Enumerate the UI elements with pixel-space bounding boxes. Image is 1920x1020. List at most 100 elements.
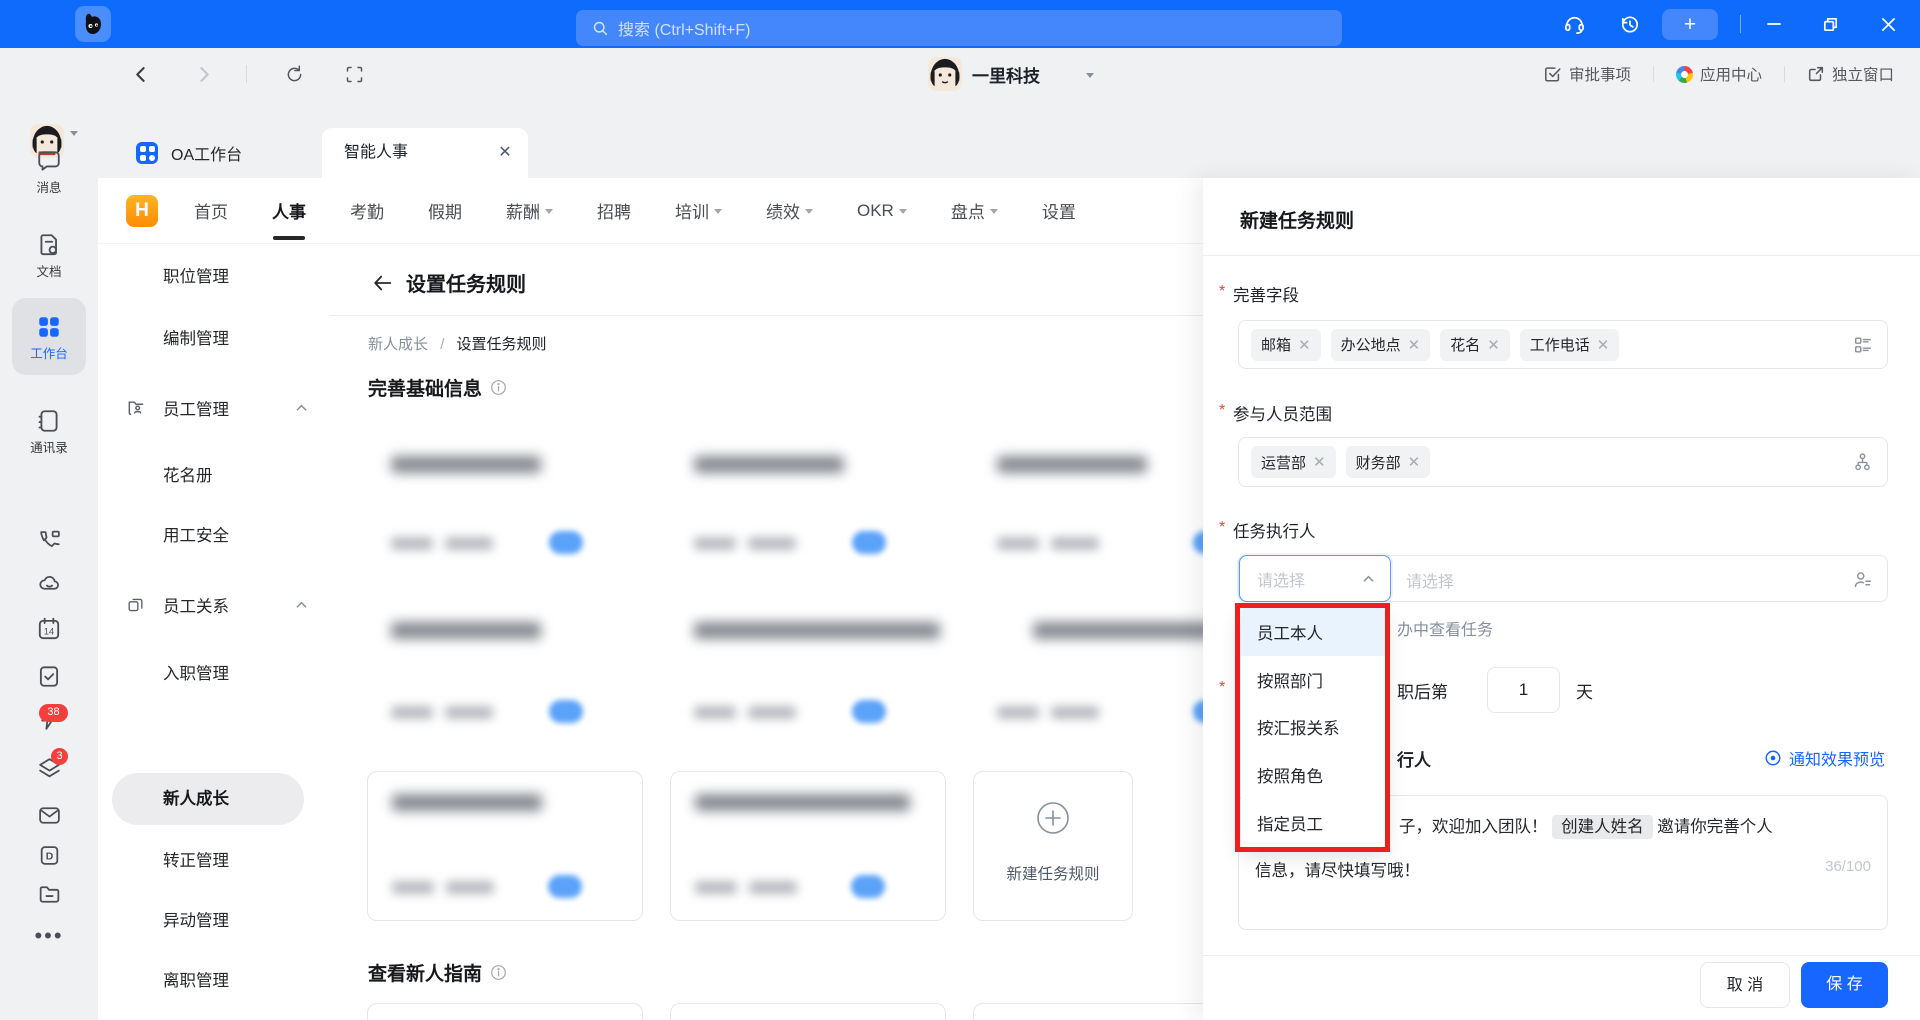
nav-payroll[interactable]: 薪酬 bbox=[506, 198, 553, 223]
day-number-input[interactable]: 1 bbox=[1487, 667, 1560, 713]
task-rule-card[interactable] bbox=[367, 600, 643, 745]
sidebar-item-transfer-mgmt[interactable]: 异动管理 bbox=[98, 899, 330, 939]
task-rule-card[interactable] bbox=[670, 771, 946, 921]
tag-remove-icon[interactable]: ✕ bbox=[1408, 336, 1421, 354]
forward-button[interactable] bbox=[194, 48, 213, 100]
rail-item-drive[interactable] bbox=[0, 882, 98, 907]
sidebar-group-employee-relations[interactable]: 员工关系 bbox=[98, 585, 330, 625]
tag-remove-icon[interactable]: ✕ bbox=[1313, 453, 1326, 471]
scope-tag-input[interactable]: 运营部 ✕ 财务部 ✕ bbox=[1238, 437, 1888, 487]
toggle[interactable] bbox=[549, 700, 583, 723]
rail-item-calls[interactable] bbox=[0, 528, 98, 553]
executor-value-placeholder[interactable]: 请选择 bbox=[1406, 568, 1454, 592]
nav-hr[interactable]: 人事 bbox=[272, 198, 306, 223]
rail-item-ding-doc[interactable]: D bbox=[0, 843, 98, 868]
rail-item-mail[interactable] bbox=[0, 803, 98, 828]
info-icon[interactable] bbox=[490, 964, 507, 981]
rail-item-contacts[interactable]: 通讯录 bbox=[0, 408, 98, 456]
nav-settings[interactable]: 设置 bbox=[1042, 198, 1076, 223]
task-rule-card[interactable] bbox=[367, 434, 643, 576]
rail-item-messages[interactable]: 消息 bbox=[0, 148, 98, 196]
app-center-link[interactable]: 应用中心 bbox=[1675, 63, 1762, 85]
save-button[interactable]: 保 存 bbox=[1801, 962, 1888, 1008]
rail-item-cloud[interactable] bbox=[0, 571, 98, 596]
sidebar-group-employee-mgmt[interactable]: 员工管理 bbox=[98, 388, 330, 428]
global-search-input[interactable]: 搜索 (Ctrl+Shift+F) bbox=[576, 10, 1342, 46]
sidebar-item-headcount-mgmt[interactable]: 编制管理 bbox=[98, 317, 330, 357]
approvals-link[interactable]: 审批事项 bbox=[1544, 63, 1631, 85]
task-rule-card[interactable] bbox=[670, 600, 946, 745]
rail-item-todo[interactable] bbox=[0, 663, 98, 689]
fullscreen-button[interactable] bbox=[344, 48, 365, 100]
chevron-up-icon bbox=[296, 404, 307, 411]
tag-remove-icon[interactable]: ✕ bbox=[1408, 453, 1421, 471]
info-icon[interactable] bbox=[490, 379, 507, 396]
sidebar-item-onboarding[interactable]: 入职管理 bbox=[98, 652, 330, 692]
breadcrumb-parent[interactable]: 新人成长 bbox=[368, 336, 428, 353]
dropdown-option-by-department[interactable]: 按照部门 bbox=[1241, 656, 1385, 704]
guide-card[interactable] bbox=[670, 1003, 946, 1020]
back-button[interactable] bbox=[372, 272, 394, 294]
org-name[interactable]: 一里科技 bbox=[972, 48, 1040, 100]
sidebar-item-regularization[interactable]: 转正管理 bbox=[98, 839, 330, 879]
support-button[interactable] bbox=[1558, 0, 1590, 48]
minimize-button[interactable] bbox=[1760, 0, 1788, 48]
executor-type-select[interactable]: 请选择 bbox=[1239, 555, 1391, 602]
sidebar-item-offboarding[interactable]: 离职管理 bbox=[98, 959, 330, 999]
back-button[interactable] bbox=[132, 48, 151, 100]
tab-smart-hr[interactable]: 智能人事 ✕ bbox=[322, 128, 528, 178]
new-window-button[interactable]: + bbox=[1662, 9, 1718, 40]
task-rule-card[interactable] bbox=[670, 434, 946, 576]
tag-remove-icon[interactable]: ✕ bbox=[1298, 336, 1311, 354]
sidebar-item-newcomer-growth-active[interactable]: 新人成长 bbox=[112, 773, 304, 825]
org-avatar[interactable] bbox=[928, 48, 962, 100]
workbench-grid-icon bbox=[39, 317, 59, 337]
nav-home[interactable]: 首页 bbox=[194, 198, 228, 223]
standalone-window-link[interactable]: 独立窗口 bbox=[1807, 63, 1894, 85]
sidebar-item-position-mgmt[interactable]: 职位管理 bbox=[98, 255, 330, 295]
sidebar-item-roster[interactable]: 花名册 bbox=[98, 454, 330, 494]
guide-card[interactable] bbox=[367, 1003, 643, 1020]
tab-oa-workbench[interactable]: OA工作台 bbox=[136, 128, 242, 178]
rail-item-calendar[interactable]: 14 bbox=[0, 616, 98, 642]
history-button[interactable] bbox=[1613, 0, 1645, 48]
task-rule-card[interactable] bbox=[367, 771, 643, 921]
cancel-button[interactable]: 取 消 bbox=[1700, 962, 1790, 1008]
rail-item-more[interactable]: ••• bbox=[0, 923, 98, 949]
notify-preview-link[interactable]: 通知效果预览 bbox=[1764, 746, 1885, 770]
refresh-button[interactable] bbox=[284, 48, 305, 100]
toggle[interactable] bbox=[852, 700, 886, 723]
nav-leave[interactable]: 假期 bbox=[428, 198, 462, 223]
toggle[interactable] bbox=[549, 531, 583, 554]
nav-training[interactable]: 培训 bbox=[675, 198, 722, 223]
nav-okr[interactable]: OKR bbox=[857, 201, 907, 221]
toggle[interactable] bbox=[851, 875, 885, 898]
rail-item-docs[interactable]: 文档 bbox=[0, 232, 98, 280]
tab-close-icon[interactable]: ✕ bbox=[494, 142, 516, 164]
org-chart-icon[interactable] bbox=[1852, 452, 1873, 473]
tag-remove-icon[interactable]: ✕ bbox=[1597, 336, 1610, 354]
toggle[interactable] bbox=[548, 875, 582, 898]
dropdown-option-by-reporting-line[interactable]: 按汇报关系 bbox=[1241, 704, 1385, 752]
rail-item-apps[interactable] bbox=[0, 756, 98, 781]
org-switcher-caret[interactable] bbox=[1086, 48, 1094, 100]
new-task-rule-card[interactable]: 新建任务规则 bbox=[973, 771, 1133, 921]
dropdown-option-employee-self[interactable]: 员工本人 bbox=[1241, 608, 1385, 656]
nav-inventory[interactable]: 盘点 bbox=[951, 198, 998, 223]
dropdown-option-by-role[interactable]: 按照角色 bbox=[1241, 751, 1385, 799]
fields-tag-input[interactable]: 邮箱 ✕ 办公地点 ✕ 花名 ✕ 工作电话 ✕ bbox=[1238, 320, 1888, 369]
dropdown-option-designated-employee[interactable]: 指定员工 bbox=[1241, 799, 1385, 847]
restore-button[interactable] bbox=[1816, 0, 1844, 48]
calendar-day-number: 14 bbox=[44, 626, 54, 636]
nav-attendance[interactable]: 考勤 bbox=[350, 198, 384, 223]
rail-item-workbench[interactable]: 工作台 bbox=[0, 314, 98, 362]
nav-performance[interactable]: 绩效 bbox=[766, 198, 813, 223]
sidebar-item-employment-safety[interactable]: 用工安全 bbox=[98, 514, 330, 554]
app-logo[interactable] bbox=[75, 6, 111, 42]
field-list-icon[interactable] bbox=[1853, 335, 1873, 355]
nav-recruit[interactable]: 招聘 bbox=[597, 198, 631, 223]
person-select-icon[interactable] bbox=[1852, 569, 1873, 590]
toggle[interactable] bbox=[852, 531, 886, 554]
tag-remove-icon[interactable]: ✕ bbox=[1487, 336, 1500, 354]
close-window-button[interactable] bbox=[1874, 0, 1902, 48]
